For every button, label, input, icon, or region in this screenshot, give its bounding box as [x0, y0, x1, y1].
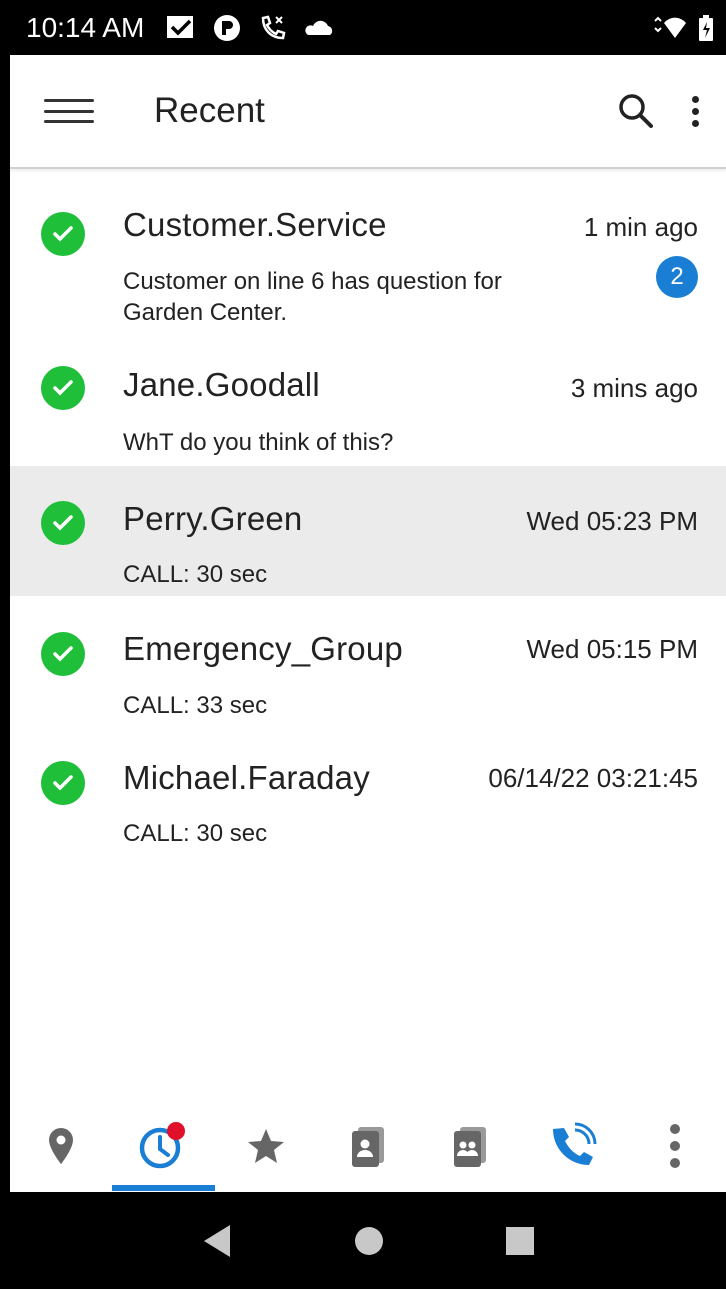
online-check-icon [41, 501, 85, 545]
search-icon[interactable] [616, 91, 656, 131]
status-bar: 10:14 AM [10, 0, 726, 55]
recent-clock-icon [140, 1122, 186, 1169]
tab-more[interactable] [624, 1100, 726, 1192]
online-check-icon [41, 761, 85, 805]
call-icon [552, 1122, 597, 1165]
recents-icon[interactable] [504, 1225, 536, 1257]
system-navigation-bar [10, 1192, 726, 1289]
list-item[interactable]: Customer.Service 1 min ago Customer on l… [10, 170, 726, 340]
tab-recent[interactable] [112, 1100, 214, 1192]
bottom-tab-bar [10, 1100, 726, 1192]
location-pin-icon [49, 1128, 74, 1164]
item-message: CALL: 30 sec [123, 561, 268, 588]
item-time: 3 mins ago [570, 373, 698, 403]
status-time: 10:14 AM [26, 11, 145, 43]
groups-icon [454, 1127, 487, 1167]
contact-name: Michael.Faraday [123, 759, 370, 796]
phone-screen: 10:14 AM Recent Customer.Service 1 min a… [0, 0, 726, 1289]
overflow-menu-icon[interactable] [690, 95, 700, 127]
active-tab-indicator [112, 1185, 215, 1191]
contact-name: Customer.Service [123, 206, 387, 243]
online-check-icon [41, 632, 85, 676]
app-bar: Recent [10, 55, 726, 169]
recent-list: Customer.Service 1 min ago Customer on l… [10, 170, 726, 856]
favorites-star-icon [247, 1129, 284, 1163]
list-item[interactable]: Michael.Faraday 06/14/22 03:21:45 CALL: … [10, 726, 726, 856]
contact-name: Emergency_Group [123, 630, 403, 667]
app-p-icon [214, 14, 241, 41]
item-time: Wed 05:23 PM [526, 506, 698, 536]
wifi-icon [654, 16, 686, 38]
item-message: CALL: 30 sec [123, 820, 268, 847]
tab-contacts[interactable] [317, 1100, 419, 1192]
item-time: 1 min ago [583, 212, 698, 242]
list-item[interactable]: Emergency_Group Wed 05:15 PM CALL: 33 se… [10, 596, 726, 726]
cloud-icon [305, 20, 333, 35]
list-item[interactable]: Jane.Goodall 3 mins ago WhT do you think… [10, 340, 726, 466]
tab-location[interactable] [10, 1100, 112, 1192]
status-notification-icons [166, 13, 334, 43]
item-time: Wed 05:15 PM [526, 634, 698, 664]
missed-call-icon [262, 15, 286, 39]
online-check-icon [41, 366, 85, 410]
home-icon[interactable] [353, 1225, 385, 1257]
tab-calls[interactable] [521, 1100, 623, 1192]
back-icon[interactable] [200, 1223, 234, 1259]
tab-groups[interactable] [419, 1100, 521, 1192]
contact-name: Jane.Goodall [123, 366, 320, 403]
status-system-icons [652, 14, 714, 42]
item-time: 06/14/22 03:21:45 [488, 763, 698, 793]
online-check-icon [41, 212, 85, 256]
item-message: WhT do you think of this? [123, 429, 394, 456]
hamburger-menu-icon[interactable] [44, 91, 94, 131]
message-checked-icon [167, 15, 194, 38]
item-message: Customer on line 6 has question for Gard… [123, 268, 502, 326]
page-title: Recent [154, 91, 265, 130]
more-icon [669, 1124, 680, 1168]
tab-favorites[interactable] [215, 1100, 317, 1192]
unread-count-badge: 2 [656, 256, 698, 298]
item-message: CALL: 33 sec [123, 692, 268, 719]
list-item[interactable]: Perry.Green Wed 05:23 PM CALL: 30 sec [10, 466, 726, 596]
battery-icon [699, 14, 713, 41]
contact-name: Perry.Green [123, 500, 303, 537]
contacts-icon [351, 1127, 384, 1167]
